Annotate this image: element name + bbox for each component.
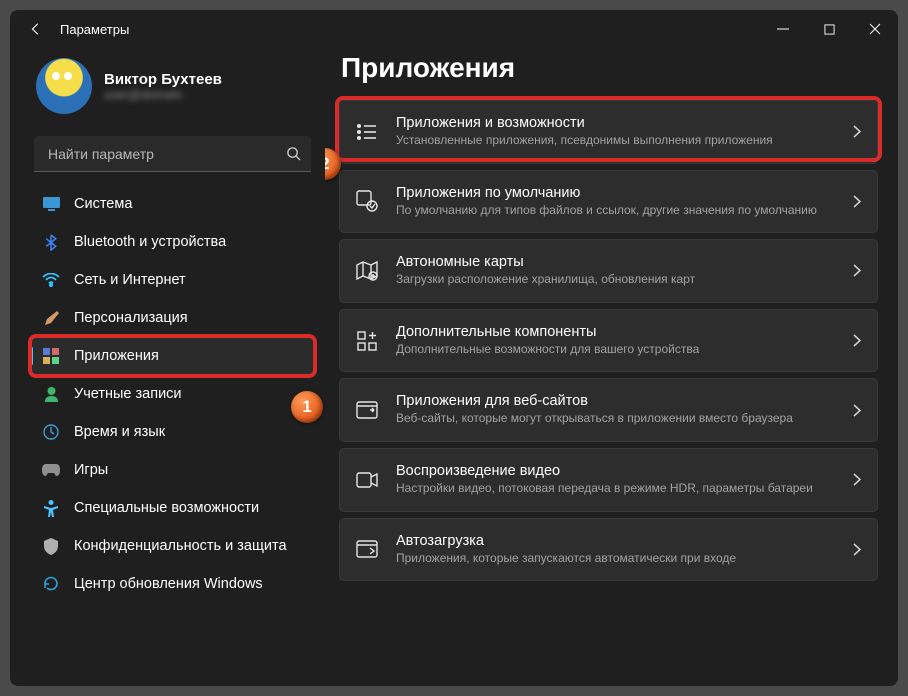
apps-icon xyxy=(42,347,60,365)
search-box[interactable] xyxy=(34,136,311,172)
default-app-icon xyxy=(354,188,380,214)
sidebar-item-label: Специальные возможности xyxy=(74,500,259,516)
back-button[interactable] xyxy=(22,15,50,43)
card-title: Приложения и возможности xyxy=(396,115,837,131)
window-title: Параметры xyxy=(60,22,129,37)
card-desc: Установленные приложения, псевдонимы вып… xyxy=(396,133,837,149)
sidebar-item-system[interactable]: Система xyxy=(30,186,315,222)
sidebar-item-time[interactable]: Время и язык xyxy=(30,414,315,450)
card-website-apps[interactable]: Приложения для веб-сайтов Веб-сайты, кот… xyxy=(339,378,878,442)
card-title: Автозагрузка xyxy=(396,533,837,549)
sidebar-item-update[interactable]: Центр обновления Windows xyxy=(30,566,315,602)
card-video-playback[interactable]: Воспроизведение видео Настройки видео, п… xyxy=(339,448,878,512)
card-desc: Дополнительные возможности для вашего ус… xyxy=(396,342,837,358)
person-icon xyxy=(42,385,60,403)
titlebar: Параметры xyxy=(10,10,898,48)
card-wrapper-0: Приложения и возможности Установленные п… xyxy=(339,100,878,164)
clock-globe-icon xyxy=(42,423,60,441)
accessibility-icon xyxy=(42,499,60,517)
search-icon xyxy=(286,146,301,161)
card-title: Приложения по умолчанию xyxy=(396,185,837,201)
chevron-right-icon xyxy=(853,404,861,417)
card-offline-maps[interactable]: Автономные карты Загрузки расположение х… xyxy=(339,239,878,303)
card-title: Воспроизведение видео xyxy=(396,463,837,479)
sidebar-item-privacy[interactable]: Конфиденциальность и защита xyxy=(30,528,315,564)
sidebar-item-bluetooth[interactable]: Bluetooth и устройства xyxy=(30,224,315,260)
sidebar-item-gaming[interactable]: Игры xyxy=(30,452,315,488)
search-input[interactable] xyxy=(46,145,286,163)
sidebar-item-label: Время и язык xyxy=(74,424,165,440)
sidebar-item-label: Сеть и Интернет xyxy=(74,272,186,288)
paintbrush-icon xyxy=(42,309,60,327)
card-desc: По умолчанию для типов файлов и ссылок, … xyxy=(396,203,837,219)
card-optional-features[interactable]: Дополнительные компоненты Дополнительные… xyxy=(339,309,878,373)
chevron-right-icon xyxy=(853,334,861,347)
sidebar-item-label: Bluetooth и устройства xyxy=(74,234,226,250)
sidebar-item-label: Система xyxy=(74,196,132,212)
maximize-button[interactable] xyxy=(806,10,852,48)
card-desc: Приложения, которые запускаются автомати… xyxy=(396,551,837,567)
profile-name: Виктор Бухтеев xyxy=(104,71,222,88)
gamepad-icon xyxy=(42,461,60,479)
grid-plus-icon xyxy=(354,328,380,354)
window-link-icon xyxy=(354,397,380,423)
shield-icon xyxy=(42,537,60,555)
profile-email: user@domain xyxy=(104,88,222,102)
sidebar-item-personalization[interactable]: Персонализация xyxy=(30,300,315,336)
profile-block[interactable]: Виктор Бухтеев user@domain xyxy=(30,54,315,128)
startup-icon xyxy=(354,536,380,562)
sidebar-item-accounts[interactable]: Учетные записи xyxy=(30,376,315,412)
sidebar-item-label: Конфиденциальность и защита xyxy=(74,538,287,554)
sidebar-item-label: Учетные записи xyxy=(74,386,182,402)
minimize-button[interactable] xyxy=(760,10,806,48)
sidebar-item-network[interactable]: Сеть и Интернет xyxy=(30,262,315,298)
wifi-icon xyxy=(42,271,60,289)
card-desc: Загрузки расположение хранилища, обновле… xyxy=(396,272,837,288)
chevron-right-icon xyxy=(853,125,861,138)
monitor-icon xyxy=(42,195,60,213)
sidebar-item-apps[interactable]: Приложения xyxy=(30,338,315,374)
update-icon xyxy=(42,575,60,593)
video-icon xyxy=(354,467,380,493)
card-startup[interactable]: Автозагрузка Приложения, которые запуска… xyxy=(339,518,878,582)
page-title: Приложения xyxy=(341,52,878,84)
settings-window: Параметры Виктор Бухтеев user@domain xyxy=(10,10,898,686)
avatar xyxy=(36,58,92,114)
list-icon xyxy=(354,119,380,145)
map-icon xyxy=(354,258,380,284)
nav-list: Система Bluetooth и устройства Сеть и Ин… xyxy=(30,186,315,602)
card-desc: Настройки видео, потоковая передача в ре… xyxy=(396,481,837,497)
sidebar-item-label: Центр обновления Windows xyxy=(74,576,263,592)
chevron-right-icon xyxy=(853,264,861,277)
card-title: Дополнительные компоненты xyxy=(396,324,837,340)
chevron-right-icon xyxy=(853,195,861,208)
main-content: Приложения Приложения и возможности Уста… xyxy=(325,48,898,686)
card-title: Автономные карты xyxy=(396,254,837,270)
annotation-badge-1: 1 xyxy=(291,391,323,423)
chevron-right-icon xyxy=(853,543,861,556)
sidebar-item-accessibility[interactable]: Специальные возможности xyxy=(30,490,315,526)
chevron-right-icon xyxy=(853,473,861,486)
sidebar-item-label: Игры xyxy=(74,462,108,478)
sidebar: Виктор Бухтеев user@domain Система xyxy=(10,48,325,686)
card-apps-features[interactable]: Приложения и возможности Установленные п… xyxy=(339,100,878,164)
card-title: Приложения для веб-сайтов xyxy=(396,393,837,409)
sidebar-item-label: Персонализация xyxy=(74,310,188,326)
sidebar-item-label: Приложения xyxy=(74,348,159,364)
card-desc: Веб-сайты, которые могут открываться в п… xyxy=(396,411,837,427)
close-button[interactable] xyxy=(852,10,898,48)
card-default-apps[interactable]: Приложения по умолчанию По умолчанию для… xyxy=(339,170,878,234)
bluetooth-icon xyxy=(42,233,60,251)
annotation-highlight-1 xyxy=(28,334,317,378)
